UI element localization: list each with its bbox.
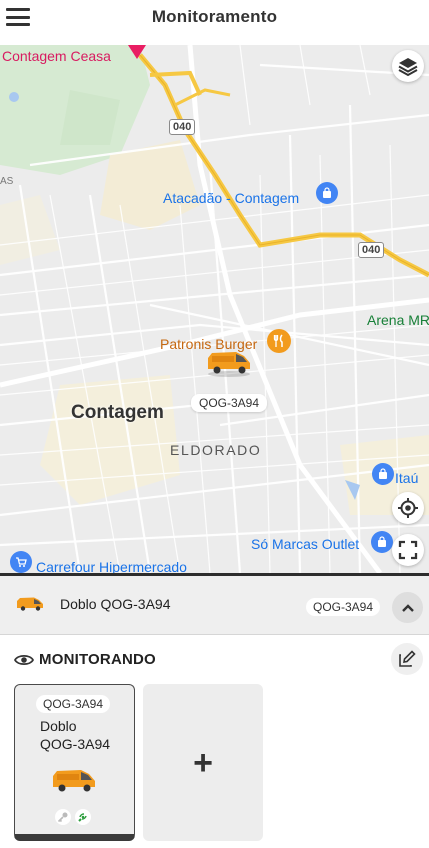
key-icon: [55, 809, 71, 825]
place-label-arena[interactable]: Arena MR: [367, 312, 429, 328]
city-label: Contagem: [71, 402, 164, 423]
page-title: Monitoramento: [151, 7, 278, 26]
shopping-cart-icon[interactable]: [10, 551, 32, 573]
vehicle-marker-van-icon[interactable]: [206, 349, 252, 382]
crosshair-icon[interactable]: [392, 492, 424, 524]
map-pin-icon[interactable]: [128, 45, 146, 59]
place-label-itau[interactable]: Itaú: [395, 470, 418, 486]
van-icon: [16, 596, 44, 617]
place-label-carrefour[interactable]: Carrefour Hipermercado: [36, 559, 187, 573]
place-label-atacadao[interactable]: Atacadão - Contagem: [163, 190, 299, 206]
vehicle-card[interactable]: QOG-3A94 Doblo QOG-3A94: [14, 684, 135, 841]
signal-icon: [75, 809, 91, 825]
selected-vehicle-bar[interactable]: Doblo QOG-3A94 QOG-3A94: [0, 573, 429, 635]
place-label-ceasa[interactable]: Contagem Ceasa: [2, 48, 111, 64]
monitoring-header: MONITORANDO: [13, 643, 424, 675]
district-label: ELDORADO: [170, 442, 262, 458]
highway-shield: 040: [169, 119, 196, 135]
add-vehicle-button[interactable]: +: [143, 684, 263, 841]
restaurant-icon[interactable]: [267, 329, 291, 353]
eye-icon: [13, 653, 35, 672]
shopping-bag-icon[interactable]: [316, 182, 338, 204]
shopping-bag-icon[interactable]: [371, 531, 393, 553]
edit-icon[interactable]: [391, 643, 423, 675]
place-label-edge: AS: [0, 176, 14, 187]
hamburger-menu-icon[interactable]: [6, 6, 30, 28]
chevron-up-icon[interactable]: [392, 592, 423, 623]
map-view[interactable]: Contagem Ceasa AS 040 040 Atacadão - Con…: [0, 45, 429, 573]
van-icon: [51, 767, 97, 800]
vehicle-plate-tag[interactable]: QOG-3A94: [191, 394, 268, 412]
place-label-somarcas[interactable]: Só Marcas Outlet: [251, 536, 359, 552]
highway-shield: 040: [358, 242, 385, 258]
vehicle-name: Doblo QOG-3A94: [60, 596, 171, 612]
map-background: [0, 45, 429, 573]
app-header: Monitoramento: [0, 0, 429, 34]
card-vehicle-name: Doblo QOG-3A94: [40, 718, 111, 752]
vehicle-plate-badge: QOG-3A94: [306, 598, 381, 616]
card-status-icons: [55, 809, 91, 825]
card-plate-badge: QOG-3A94: [36, 695, 111, 713]
shopping-bag-icon[interactable]: [372, 463, 394, 485]
plus-icon: +: [193, 743, 213, 782]
fullscreen-icon[interactable]: [392, 534, 424, 566]
layers-icon[interactable]: [392, 50, 424, 82]
section-title: MONITORANDO: [39, 651, 156, 668]
